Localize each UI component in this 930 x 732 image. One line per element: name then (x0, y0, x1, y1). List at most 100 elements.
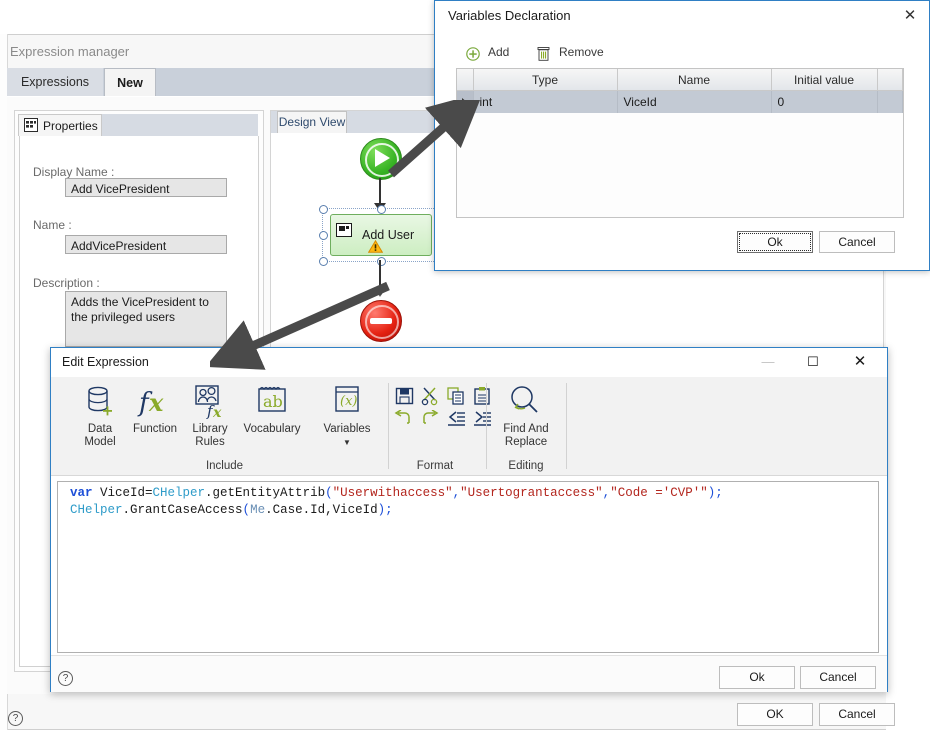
ribbon-button-library-rules[interactable]: f x Library Rules (179, 377, 241, 449)
ribbon-button-label: Vocabulary (243, 423, 301, 435)
ribbon-group-label-include: Include (205, 460, 244, 472)
row-selector-header (457, 69, 474, 91)
column-header-filler (877, 69, 903, 91)
ribbon-button-label: Library (192, 423, 228, 435)
svg-text:x: x (212, 405, 222, 421)
remove-variable-button[interactable]: Remove (537, 45, 604, 64)
edit-cancel-button[interactable]: Cancel (800, 666, 876, 689)
ribbon-button-label: Function (132, 423, 178, 435)
column-header-name[interactable]: Name (617, 69, 772, 91)
save-icon (395, 387, 414, 405)
code-paren-close-2: ); (377, 503, 393, 517)
ribbon-group-include: Data Model f x Function f x Library Rule… (61, 377, 388, 475)
variables-dialog-title: Variables Declaration (448, 8, 571, 23)
page-title: Expression manager (10, 44, 130, 59)
code-paren-close-1: ); (707, 486, 723, 500)
svg-text:ab: ab (263, 392, 283, 411)
tab-design-view[interactable]: Design View (277, 111, 347, 134)
properties-grid-icon (24, 118, 38, 132)
ribbon-button-label: Data (87, 423, 113, 435)
fx-function-icon: f x (137, 388, 164, 418)
column-header-initial-value[interactable]: Initial value (771, 69, 878, 91)
ribbon-button-data-model[interactable]: Data Model (69, 377, 131, 449)
ribbon-button-label: Variables (323, 423, 371, 435)
ribbon-button-vocabulary[interactable]: ab Vocabulary (233, 377, 311, 436)
close-icon[interactable]: ✕ (838, 348, 882, 376)
code-paren-open-1: ( (325, 486, 333, 500)
copy-icon (447, 387, 464, 405)
ok-button[interactable]: OK (737, 703, 813, 726)
display-name-label: Display Name : (33, 165, 115, 179)
activity-icon (336, 223, 352, 237)
chevron-down-icon[interactable]: ▼ (343, 438, 351, 447)
start-node[interactable] (360, 138, 402, 180)
ribbon-button-find-and-replace[interactable]: Find And Replace (495, 377, 557, 449)
ribbon-button-copy[interactable] (446, 386, 472, 410)
cell-initial-value[interactable]: 0 (771, 90, 878, 113)
minimize-icon[interactable]: — (746, 348, 790, 376)
redo-icon (423, 409, 439, 424)
code-viceid-arg: ViceId (332, 503, 378, 517)
add-variable-button[interactable]: Add (468, 45, 509, 64)
edit-expression-title: Edit Expression (62, 355, 149, 369)
expression-code-text[interactable]: var ViceId=CHelper.getEntityAttrib("User… (70, 485, 870, 519)
column-header-type[interactable]: Type (473, 69, 618, 91)
ribbon-button-outdent[interactable] (446, 410, 472, 434)
ribbon-button-redo[interactable] (420, 409, 446, 434)
ribbon-group-label-editing: Editing (508, 460, 544, 472)
svg-text:(x): (x) (340, 394, 357, 409)
ribbon-group-format: Format (389, 377, 491, 475)
ribbon-button-label-2: Replace (504, 436, 548, 448)
database-add-icon (88, 386, 112, 416)
close-icon[interactable]: ✕ (898, 5, 922, 27)
ribbon-separator-3 (566, 383, 567, 469)
ribbon-button-save[interactable] (394, 386, 420, 410)
tab-expressions[interactable]: Expressions (7, 68, 103, 96)
code-string-arg-2: "Usertograntaccess" (460, 486, 603, 500)
tab-new[interactable]: New (104, 68, 156, 97)
cell-filler (877, 90, 903, 113)
end-node[interactable] (360, 300, 402, 342)
svg-text:x: x (148, 388, 164, 417)
library-rules-icon: f x (195, 385, 222, 421)
code-keyword-var: var (70, 486, 93, 500)
maximize-icon[interactable]: ☐ (791, 348, 835, 376)
row-selector-arrow[interactable] (457, 90, 474, 113)
connector-start-to-activity (379, 178, 381, 206)
ribbon-group-editing: Find And Replace Editing (487, 377, 565, 475)
ribbon-button-label: Find And (503, 423, 549, 435)
table-row[interactable]: int ViceId 0 (457, 90, 903, 113)
table-header-row: Type Name Initial value (457, 69, 903, 91)
cell-name[interactable]: ViceId (617, 90, 772, 113)
code-var-name: ViceId= (92, 486, 153, 500)
outdent-icon (448, 411, 465, 426)
description-label: Description : (33, 276, 100, 290)
connector-arrowhead-2 (374, 288, 386, 297)
display-name-input[interactable]: Add VicePresident (65, 178, 227, 197)
code-method-getentityattrib: .getEntityAttrib (205, 486, 326, 500)
ribbon-button-undo[interactable] (394, 409, 420, 434)
cell-type[interactable]: int (473, 90, 618, 113)
ribbon-button-function[interactable]: f x Function (124, 377, 186, 436)
code-class-chelper-1: CHelper (152, 486, 206, 500)
find-replace-magnifier-icon (511, 386, 538, 413)
help-question-icon[interactable]: ? (8, 711, 23, 726)
cancel-button[interactable]: Cancel (819, 703, 895, 726)
warning-triangle-icon (368, 240, 383, 253)
help-question-icon[interactable]: ? (58, 671, 73, 686)
variables-cancel-button[interactable]: Cancel (819, 231, 895, 253)
code-me-keyword: Me (250, 503, 266, 517)
name-label: Name : (33, 218, 72, 232)
name-input[interactable]: AddVicePresident (65, 235, 227, 254)
description-input[interactable]: Adds the VicePresident to the privileged… (65, 291, 227, 347)
variables-grid[interactable]: Type Name Initial value int ViceId 0 (456, 68, 904, 218)
edit-ok-button[interactable]: Ok (719, 666, 795, 689)
code-comma-1: , (452, 486, 461, 500)
code-string-arg-3: "Code ='CVP'" (610, 486, 708, 500)
variables-ok-button[interactable]: Ok (737, 231, 813, 253)
ribbon-button-variables[interactable]: (x) Variables ▼ (314, 377, 380, 449)
ribbon-button-cut[interactable] (420, 386, 446, 410)
ribbon-button-label-2: Model (84, 436, 116, 448)
variables-x-icon: (x) (335, 386, 359, 412)
code-paren-open-2: ( (242, 503, 251, 517)
